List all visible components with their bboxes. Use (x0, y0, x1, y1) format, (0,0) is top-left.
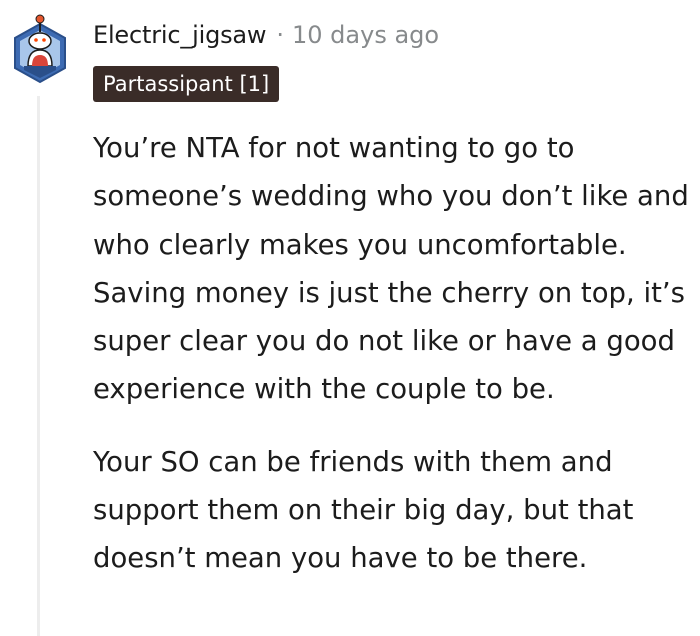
username-link[interactable]: Electric_jigsaw (93, 21, 267, 49)
thread-line[interactable] (37, 96, 40, 636)
comment-meta: Electric_jigsaw · 10 days ago (93, 18, 439, 52)
comment-body: You’re NTA for not wanting to go to some… (93, 124, 697, 607)
comment-paragraph: You’re NTA for not wanting to go to some… (93, 132, 689, 406)
comment-paragraph: Your SO can be friends with them and sup… (93, 445, 634, 575)
user-avatar[interactable] (10, 14, 70, 84)
user-flair: Partassipant [1] (93, 66, 280, 102)
timestamp-link[interactable]: 10 days ago (292, 21, 439, 49)
snoo-avatar-icon (14, 14, 66, 84)
meta-separator: · (276, 21, 284, 49)
